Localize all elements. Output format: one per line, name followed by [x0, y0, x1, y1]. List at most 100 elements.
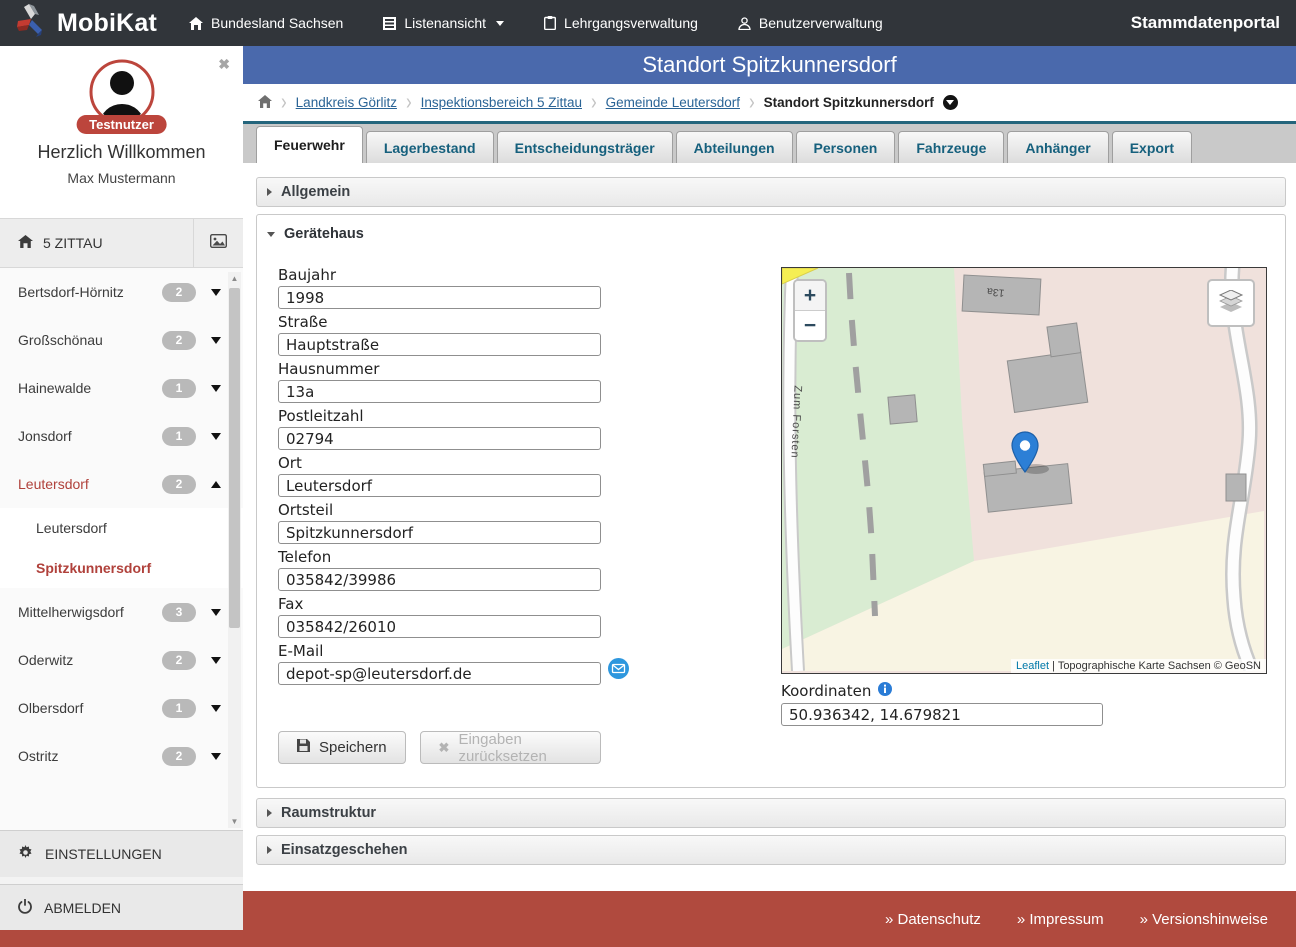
save-icon — [297, 739, 310, 756]
scroll-up-icon[interactable]: ▲ — [228, 274, 241, 283]
footer-link-datenschutz[interactable]: » Datenschutz — [885, 911, 981, 928]
sidebar-item-mittelherwigsdorf[interactable]: Mittelherwigsdorf 3 — [0, 588, 243, 636]
hausnummer-field[interactable] — [278, 380, 601, 403]
caret-down-icon[interactable] — [211, 753, 221, 760]
caret-down-icon — [267, 232, 275, 237]
caret-down-icon[interactable] — [211, 705, 221, 712]
count-badge: 3 — [162, 603, 196, 622]
caret-right-icon — [267, 846, 272, 854]
avatar: Testnutzer — [88, 58, 156, 126]
sidebar-item-grossschoenau[interactable]: Großschönau 2 — [0, 316, 243, 364]
caret-down-icon[interactable] — [211, 609, 221, 616]
caret-down-icon[interactable] — [211, 337, 221, 344]
count-badge: 2 — [162, 283, 196, 302]
nav-item-bundesland[interactable]: Bundesland Sachsen — [189, 15, 343, 31]
location-map[interactable]: Zum Forsten 13a 134 + − — [781, 267, 1267, 674]
accordion-geraetehaus[interactable]: Gerätehaus — [257, 215, 1285, 253]
nav-item-lehrgangsverwaltung[interactable]: Lehrgangsverwaltung — [544, 15, 698, 31]
breadcrumb-link-landkreis[interactable]: Landkreis Görlitz — [296, 95, 397, 110]
sidebar-item-jonsdorf[interactable]: Jonsdorf 1 — [0, 412, 243, 460]
ort-field[interactable] — [278, 474, 601, 497]
accordion-einsatzgeschehen[interactable]: Einsatzgeschehen — [256, 835, 1286, 865]
region-home-button[interactable]: 5 ZITTAU — [0, 219, 193, 267]
sidebar-item-hainewalde[interactable]: Hainewalde 1 — [0, 364, 243, 412]
scroll-down-icon[interactable]: ▼ — [228, 817, 241, 826]
map-zoom-control: + − — [793, 279, 827, 342]
footer-link-versionshinweise[interactable]: » Versionshinweise — [1140, 911, 1268, 928]
field-label: Straße — [278, 313, 601, 331]
strasse-field[interactable] — [278, 333, 601, 356]
breadcrumb-link-gemeinde[interactable]: Gemeinde Leutersdorf — [606, 95, 740, 110]
nav-item-listenansicht[interactable]: Listenansicht — [383, 15, 504, 31]
baujahr-field[interactable] — [278, 286, 601, 309]
sidebar-item-ostritz[interactable]: Ostritz 2 — [0, 732, 243, 780]
brand[interactable]: MobiKat — [0, 4, 157, 43]
map-image-button[interactable] — [193, 219, 243, 267]
leaflet-link[interactable]: Leaflet — [1016, 660, 1049, 672]
tab-lagerbestand[interactable]: Lagerbestand — [366, 131, 494, 163]
sidebar-item-oderwitz[interactable]: Oderwitz 2 — [0, 636, 243, 684]
x-icon: ✖ — [439, 740, 450, 756]
zoom-in-button[interactable]: + — [795, 281, 825, 311]
tab-export[interactable]: Export — [1112, 131, 1192, 163]
accordion-raumstruktur[interactable]: Raumstruktur — [256, 798, 1286, 828]
close-icon[interactable]: ✖ — [218, 56, 230, 73]
sidebar-scrollbar[interactable]: ▲ ▼ — [228, 272, 241, 828]
caret-down-icon[interactable] — [211, 289, 221, 296]
fax-field[interactable] — [278, 615, 601, 638]
count-badge: 1 — [162, 379, 196, 398]
caret-down-icon[interactable] — [211, 385, 221, 392]
sidebar-item-bertsdorf[interactable]: Bertsdorf-Hörnitz 2 — [0, 268, 243, 316]
tab-personen[interactable]: Personen — [796, 131, 896, 163]
tab-anhaenger[interactable]: Anhänger — [1007, 131, 1108, 163]
tab-abteilungen[interactable]: Abteilungen — [676, 131, 793, 163]
coordinates-field[interactable] — [781, 703, 1103, 726]
telefon-field[interactable] — [278, 568, 601, 591]
ortsteil-field[interactable] — [278, 521, 601, 544]
sidebar-item-abmelden[interactable]: ABMELDEN — [0, 884, 243, 930]
page-title: Standort Spitzkunnersdorf — [642, 52, 896, 78]
sidebar-item-leutersdorf[interactable]: Leutersdorf 2 — [0, 460, 243, 508]
sidebar-subitem-spitzkunnersdorf[interactable]: Spitzkunnersdorf — [0, 548, 243, 588]
count-badge: 2 — [162, 651, 196, 670]
breadcrumb-separator: › — [281, 88, 287, 115]
caret-down-icon[interactable] — [211, 433, 221, 440]
map-marker-icon[interactable] — [1009, 431, 1041, 478]
email-icon[interactable] — [608, 658, 629, 683]
field-label: Postleitzahl — [278, 407, 601, 425]
map-layers-button[interactable] — [1207, 279, 1255, 327]
tabbar: Feuerwehr Lagerbestand Entscheidungsträg… — [243, 124, 1296, 163]
breadcrumb-link-inspektionsbereich[interactable]: Inspektionsbereich 5 Zittau — [421, 95, 582, 110]
postleitzahl-field[interactable] — [278, 427, 601, 450]
footer-link-impressum[interactable]: » Impressum — [1017, 911, 1104, 928]
caret-up-icon[interactable] — [211, 481, 221, 488]
count-badge: 2 — [162, 331, 196, 350]
zoom-out-button[interactable]: − — [795, 311, 825, 340]
tab-feuerwehr[interactable]: Feuerwehr — [256, 126, 363, 163]
breadcrumb-dropdown-icon[interactable] — [943, 95, 958, 110]
save-button[interactable]: Speichern — [278, 731, 406, 764]
location-list: Bertsdorf-Hörnitz 2 Großschönau 2 Hainew… — [0, 268, 243, 830]
list-icon — [383, 17, 396, 30]
accordion-allgemein[interactable]: Allgemein — [256, 177, 1286, 207]
reset-button[interactable]: ✖ Eingaben zurücksetzen — [420, 731, 601, 764]
leutersdorf-sublist: Leutersdorf Spitzkunnersdorf — [0, 508, 243, 588]
page-title-bar: Standort Spitzkunnersdorf — [243, 46, 1296, 84]
scrollbar-thumb[interactable] — [229, 288, 240, 628]
sidebar-item-olbersdorf[interactable]: Olbersdorf 1 — [0, 684, 243, 732]
home-icon — [18, 235, 33, 251]
sidebar-subitem-leutersdorf[interactable]: Leutersdorf — [0, 508, 243, 548]
tab-fahrzeuge[interactable]: Fahrzeuge — [898, 131, 1004, 163]
brand-name: MobiKat — [57, 9, 157, 38]
sidebar-item-einstellungen[interactable]: EINSTELLUNGEN — [0, 830, 243, 877]
user-name: Max Mustermann — [0, 170, 243, 186]
sidebar: ✖ Testnutzer Herzlich Willkommen Max Mus… — [0, 46, 243, 891]
breadcrumb-home-icon[interactable] — [258, 95, 272, 111]
portal-title: Stammdatenportal — [1131, 13, 1280, 33]
tab-entscheidungstraeger[interactable]: Entscheidungsträger — [497, 131, 673, 163]
email-field[interactable] — [278, 662, 601, 685]
info-icon[interactable] — [878, 682, 892, 700]
nav-item-benutzerverwaltung[interactable]: Benutzerverwaltung — [738, 15, 883, 31]
caret-down-icon[interactable] — [211, 657, 221, 664]
count-badge: 2 — [162, 747, 196, 766]
